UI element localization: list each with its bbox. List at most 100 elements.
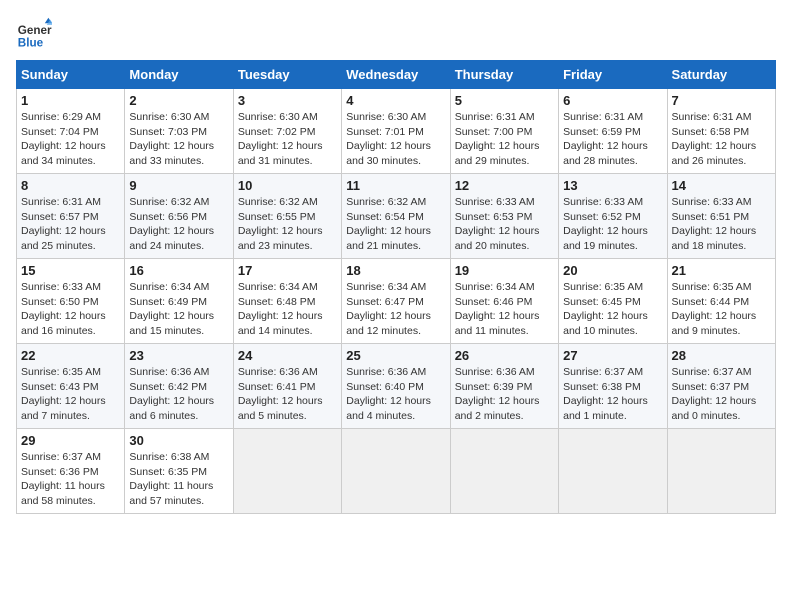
- weekday-header-monday: Monday: [125, 61, 233, 89]
- day-info: Sunrise: 6:35 AM Sunset: 6:45 PM Dayligh…: [563, 280, 662, 339]
- day-info: Sunrise: 6:36 AM Sunset: 6:40 PM Dayligh…: [346, 365, 445, 424]
- calendar-cell: [667, 429, 775, 514]
- day-number: 16: [129, 263, 228, 278]
- day-number: 10: [238, 178, 337, 193]
- page-header: General Blue: [16, 16, 776, 52]
- calendar-cell: [233, 429, 341, 514]
- calendar-cell: 30 Sunrise: 6:38 AM Sunset: 6:35 PM Dayl…: [125, 429, 233, 514]
- weekday-header-thursday: Thursday: [450, 61, 558, 89]
- day-number: 11: [346, 178, 445, 193]
- calendar-cell: 1 Sunrise: 6:29 AM Sunset: 7:04 PM Dayli…: [17, 89, 125, 174]
- day-info: Sunrise: 6:33 AM Sunset: 6:52 PM Dayligh…: [563, 195, 662, 254]
- day-info: Sunrise: 6:32 AM Sunset: 6:55 PM Dayligh…: [238, 195, 337, 254]
- day-number: 21: [672, 263, 771, 278]
- calendar-week-row: 15 Sunrise: 6:33 AM Sunset: 6:50 PM Dayl…: [17, 259, 776, 344]
- calendar-cell: 23 Sunrise: 6:36 AM Sunset: 6:42 PM Dayl…: [125, 344, 233, 429]
- day-number: 23: [129, 348, 228, 363]
- day-number: 8: [21, 178, 120, 193]
- day-info: Sunrise: 6:37 AM Sunset: 6:36 PM Dayligh…: [21, 450, 120, 509]
- day-info: Sunrise: 6:34 AM Sunset: 6:49 PM Dayligh…: [129, 280, 228, 339]
- calendar-cell: 8 Sunrise: 6:31 AM Sunset: 6:57 PM Dayli…: [17, 174, 125, 259]
- day-info: Sunrise: 6:33 AM Sunset: 6:50 PM Dayligh…: [21, 280, 120, 339]
- calendar-cell: 6 Sunrise: 6:31 AM Sunset: 6:59 PM Dayli…: [559, 89, 667, 174]
- day-number: 1: [21, 93, 120, 108]
- calendar-table: SundayMondayTuesdayWednesdayThursdayFrid…: [16, 60, 776, 514]
- day-number: 15: [21, 263, 120, 278]
- day-info: Sunrise: 6:34 AM Sunset: 6:47 PM Dayligh…: [346, 280, 445, 339]
- day-number: 14: [672, 178, 771, 193]
- calendar-cell: 3 Sunrise: 6:30 AM Sunset: 7:02 PM Dayli…: [233, 89, 341, 174]
- day-info: Sunrise: 6:36 AM Sunset: 6:42 PM Dayligh…: [129, 365, 228, 424]
- weekday-header-row: SundayMondayTuesdayWednesdayThursdayFrid…: [17, 61, 776, 89]
- day-number: 17: [238, 263, 337, 278]
- day-info: Sunrise: 6:30 AM Sunset: 7:03 PM Dayligh…: [129, 110, 228, 169]
- calendar-cell: 26 Sunrise: 6:36 AM Sunset: 6:39 PM Dayl…: [450, 344, 558, 429]
- day-number: 13: [563, 178, 662, 193]
- calendar-cell: 11 Sunrise: 6:32 AM Sunset: 6:54 PM Dayl…: [342, 174, 450, 259]
- day-info: Sunrise: 6:35 AM Sunset: 6:43 PM Dayligh…: [21, 365, 120, 424]
- calendar-cell: 10 Sunrise: 6:32 AM Sunset: 6:55 PM Dayl…: [233, 174, 341, 259]
- day-number: 28: [672, 348, 771, 363]
- calendar-cell: 5 Sunrise: 6:31 AM Sunset: 7:00 PM Dayli…: [450, 89, 558, 174]
- logo: General Blue: [16, 16, 52, 52]
- day-number: 7: [672, 93, 771, 108]
- day-info: Sunrise: 6:34 AM Sunset: 6:46 PM Dayligh…: [455, 280, 554, 339]
- day-number: 18: [346, 263, 445, 278]
- day-info: Sunrise: 6:30 AM Sunset: 7:02 PM Dayligh…: [238, 110, 337, 169]
- calendar-cell: 12 Sunrise: 6:33 AM Sunset: 6:53 PM Dayl…: [450, 174, 558, 259]
- day-number: 6: [563, 93, 662, 108]
- day-number: 19: [455, 263, 554, 278]
- day-info: Sunrise: 6:32 AM Sunset: 6:54 PM Dayligh…: [346, 195, 445, 254]
- day-number: 24: [238, 348, 337, 363]
- calendar-cell: 7 Sunrise: 6:31 AM Sunset: 6:58 PM Dayli…: [667, 89, 775, 174]
- weekday-header-wednesday: Wednesday: [342, 61, 450, 89]
- day-number: 2: [129, 93, 228, 108]
- calendar-cell: 27 Sunrise: 6:37 AM Sunset: 6:38 PM Dayl…: [559, 344, 667, 429]
- weekday-header-sunday: Sunday: [17, 61, 125, 89]
- calendar-cell: 9 Sunrise: 6:32 AM Sunset: 6:56 PM Dayli…: [125, 174, 233, 259]
- day-info: Sunrise: 6:32 AM Sunset: 6:56 PM Dayligh…: [129, 195, 228, 254]
- calendar-cell: 13 Sunrise: 6:33 AM Sunset: 6:52 PM Dayl…: [559, 174, 667, 259]
- day-number: 3: [238, 93, 337, 108]
- day-number: 9: [129, 178, 228, 193]
- weekday-header-saturday: Saturday: [667, 61, 775, 89]
- day-info: Sunrise: 6:36 AM Sunset: 6:39 PM Dayligh…: [455, 365, 554, 424]
- day-info: Sunrise: 6:31 AM Sunset: 6:57 PM Dayligh…: [21, 195, 120, 254]
- calendar-cell: 14 Sunrise: 6:33 AM Sunset: 6:51 PM Dayl…: [667, 174, 775, 259]
- day-number: 5: [455, 93, 554, 108]
- day-info: Sunrise: 6:29 AM Sunset: 7:04 PM Dayligh…: [21, 110, 120, 169]
- weekday-header-friday: Friday: [559, 61, 667, 89]
- day-number: 27: [563, 348, 662, 363]
- calendar-week-row: 1 Sunrise: 6:29 AM Sunset: 7:04 PM Dayli…: [17, 89, 776, 174]
- calendar-week-row: 22 Sunrise: 6:35 AM Sunset: 6:43 PM Dayl…: [17, 344, 776, 429]
- calendar-cell: 16 Sunrise: 6:34 AM Sunset: 6:49 PM Dayl…: [125, 259, 233, 344]
- calendar-cell: 2 Sunrise: 6:30 AM Sunset: 7:03 PM Dayli…: [125, 89, 233, 174]
- calendar-cell: 22 Sunrise: 6:35 AM Sunset: 6:43 PM Dayl…: [17, 344, 125, 429]
- calendar-cell: 17 Sunrise: 6:34 AM Sunset: 6:48 PM Dayl…: [233, 259, 341, 344]
- day-info: Sunrise: 6:37 AM Sunset: 6:37 PM Dayligh…: [672, 365, 771, 424]
- calendar-cell: [559, 429, 667, 514]
- weekday-header-tuesday: Tuesday: [233, 61, 341, 89]
- day-info: Sunrise: 6:36 AM Sunset: 6:41 PM Dayligh…: [238, 365, 337, 424]
- calendar-cell: 15 Sunrise: 6:33 AM Sunset: 6:50 PM Dayl…: [17, 259, 125, 344]
- day-info: Sunrise: 6:31 AM Sunset: 7:00 PM Dayligh…: [455, 110, 554, 169]
- day-number: 30: [129, 433, 228, 448]
- day-info: Sunrise: 6:31 AM Sunset: 6:58 PM Dayligh…: [672, 110, 771, 169]
- day-info: Sunrise: 6:30 AM Sunset: 7:01 PM Dayligh…: [346, 110, 445, 169]
- day-number: 12: [455, 178, 554, 193]
- day-info: Sunrise: 6:34 AM Sunset: 6:48 PM Dayligh…: [238, 280, 337, 339]
- day-info: Sunrise: 6:37 AM Sunset: 6:38 PM Dayligh…: [563, 365, 662, 424]
- calendar-cell: 19 Sunrise: 6:34 AM Sunset: 6:46 PM Dayl…: [450, 259, 558, 344]
- day-info: Sunrise: 6:35 AM Sunset: 6:44 PM Dayligh…: [672, 280, 771, 339]
- calendar-cell: 28 Sunrise: 6:37 AM Sunset: 6:37 PM Dayl…: [667, 344, 775, 429]
- calendar-cell: 29 Sunrise: 6:37 AM Sunset: 6:36 PM Dayl…: [17, 429, 125, 514]
- calendar-cell: 21 Sunrise: 6:35 AM Sunset: 6:44 PM Dayl…: [667, 259, 775, 344]
- day-number: 25: [346, 348, 445, 363]
- calendar-cell: 25 Sunrise: 6:36 AM Sunset: 6:40 PM Dayl…: [342, 344, 450, 429]
- calendar-week-row: 29 Sunrise: 6:37 AM Sunset: 6:36 PM Dayl…: [17, 429, 776, 514]
- calendar-cell: 4 Sunrise: 6:30 AM Sunset: 7:01 PM Dayli…: [342, 89, 450, 174]
- svg-text:Blue: Blue: [18, 37, 44, 50]
- day-info: Sunrise: 6:31 AM Sunset: 6:59 PM Dayligh…: [563, 110, 662, 169]
- day-number: 29: [21, 433, 120, 448]
- day-number: 26: [455, 348, 554, 363]
